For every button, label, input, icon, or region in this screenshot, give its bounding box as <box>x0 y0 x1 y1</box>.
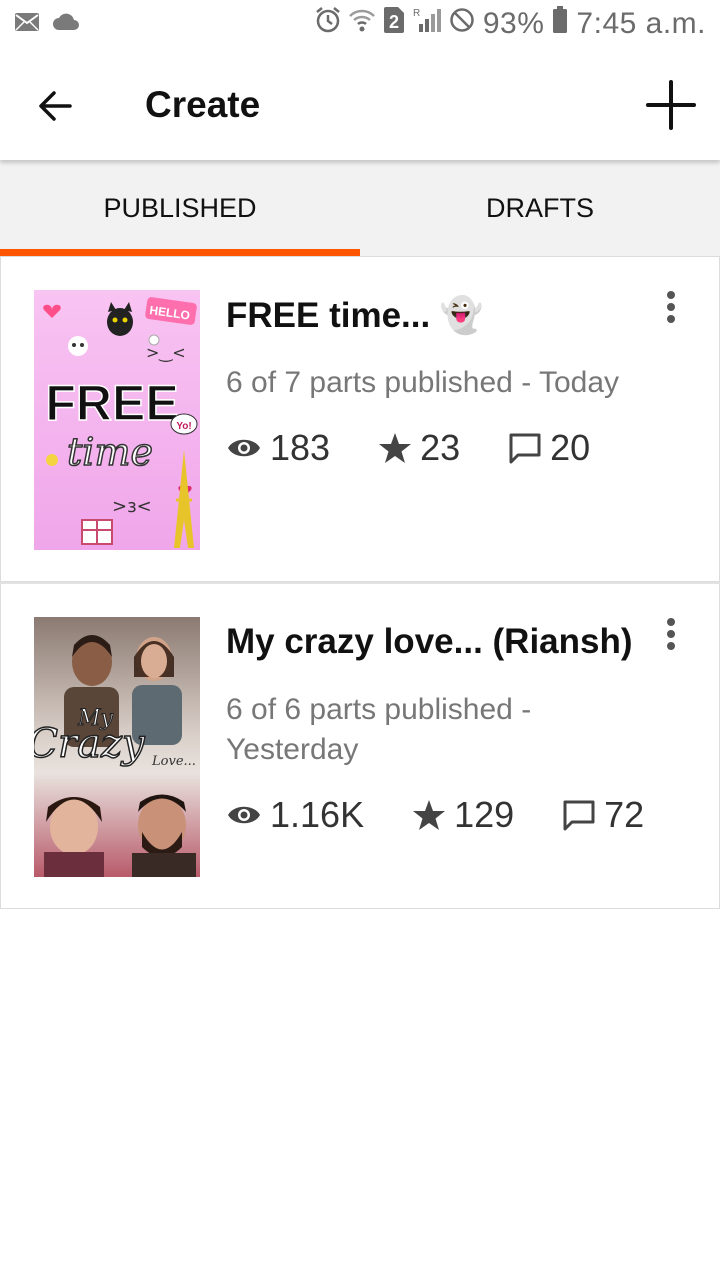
sim-icon: 2 <box>383 6 405 42</box>
votes-count: 23 <box>420 427 461 468</box>
clock: 7:45 a.m. <box>576 7 706 40</box>
eye-icon <box>228 806 260 824</box>
story-stats: 183 23 20 <box>226 427 638 469</box>
more-options-button[interactable] <box>659 287 683 327</box>
svg-text:Yo!: Yo! <box>176 421 191 432</box>
comments-stat: 20 <box>508 427 590 469</box>
do-not-disturb-icon <box>449 7 475 41</box>
svg-text:Crazy: Crazy <box>34 721 146 767</box>
votes-stat: 23 <box>378 427 460 469</box>
comment-icon <box>509 433 541 464</box>
views-count: 183 <box>270 427 331 468</box>
add-story-button[interactable] <box>644 78 698 132</box>
svg-text:2: 2 <box>389 12 399 32</box>
status-bar: 2 R 93% 7:45 a.m. <box>0 0 720 50</box>
svg-text:R: R <box>413 8 420 19</box>
wifi-icon <box>348 7 375 41</box>
star-icon <box>413 800 446 830</box>
comments-count: 72 <box>604 794 645 835</box>
more-options-button[interactable] <box>659 614 683 654</box>
mail-icon <box>14 12 40 37</box>
comments-stat: 72 <box>562 794 644 836</box>
views-stat: 1.16K <box>226 794 364 836</box>
battery-icon <box>552 6 568 42</box>
votes-stat: 129 <box>412 794 514 836</box>
story-card[interactable]: My Crazy Love... My crazy love... (Rians… <box>0 582 720 909</box>
alarm-icon <box>315 6 341 42</box>
tab-drafts[interactable]: DRAFTS <box>360 160 720 256</box>
more-vert-icon <box>667 291 675 299</box>
page-title: Create <box>145 84 261 125</box>
story-stats: 1.16K 129 72 <box>226 794 692 836</box>
story-cover-image[interactable]: HELLO >‿< FREE time Yo! >з< <box>34 290 200 550</box>
comment-icon <box>563 800 595 831</box>
svg-text:time: time <box>67 430 153 474</box>
comments-count: 20 <box>550 427 591 468</box>
plus-icon <box>646 80 696 130</box>
story-publish-status: 6 of 6 parts published - Yesterday <box>226 693 532 766</box>
tab-bar: PUBLISHED DRAFTS <box>0 160 720 256</box>
views-count: 1.16K <box>270 794 365 835</box>
more-vert-icon <box>667 618 675 626</box>
story-title[interactable]: FREE time... 👻 <box>226 295 646 336</box>
svg-text:>з<: >з< <box>112 496 152 517</box>
cloud-icon <box>52 12 80 37</box>
svg-text:>‿<: >‿< <box>146 343 186 363</box>
votes-count: 129 <box>454 794 515 835</box>
active-tab-indicator <box>0 249 360 256</box>
eye-icon <box>228 439 260 457</box>
back-button[interactable] <box>34 84 78 128</box>
status-left <box>14 12 80 37</box>
story-publish-status: 6 of 7 parts published - Today <box>226 366 620 399</box>
status-right: 2 R 93% 7:45 a.m. <box>315 6 706 42</box>
story-title[interactable]: My crazy love... (Riansh) <box>226 622 646 662</box>
story-cover-image[interactable]: My Crazy Love... <box>34 617 200 877</box>
views-stat: 183 <box>226 427 330 469</box>
app-bar: Create <box>0 50 720 160</box>
signal-icon: R <box>413 6 441 42</box>
story-card[interactable]: HELLO >‿< FREE time Yo! >з< FREE time...… <box>0 256 720 582</box>
story-list: HELLO >‿< FREE time Yo! >з< FREE time...… <box>0 256 720 909</box>
arrow-left-icon <box>39 91 72 121</box>
battery-percentage: 93% <box>482 7 545 40</box>
svg-text:FREE: FREE <box>45 375 178 431</box>
tab-published[interactable]: PUBLISHED <box>0 160 360 256</box>
star-icon <box>379 433 412 463</box>
svg-text:Love...: Love... <box>151 754 196 769</box>
